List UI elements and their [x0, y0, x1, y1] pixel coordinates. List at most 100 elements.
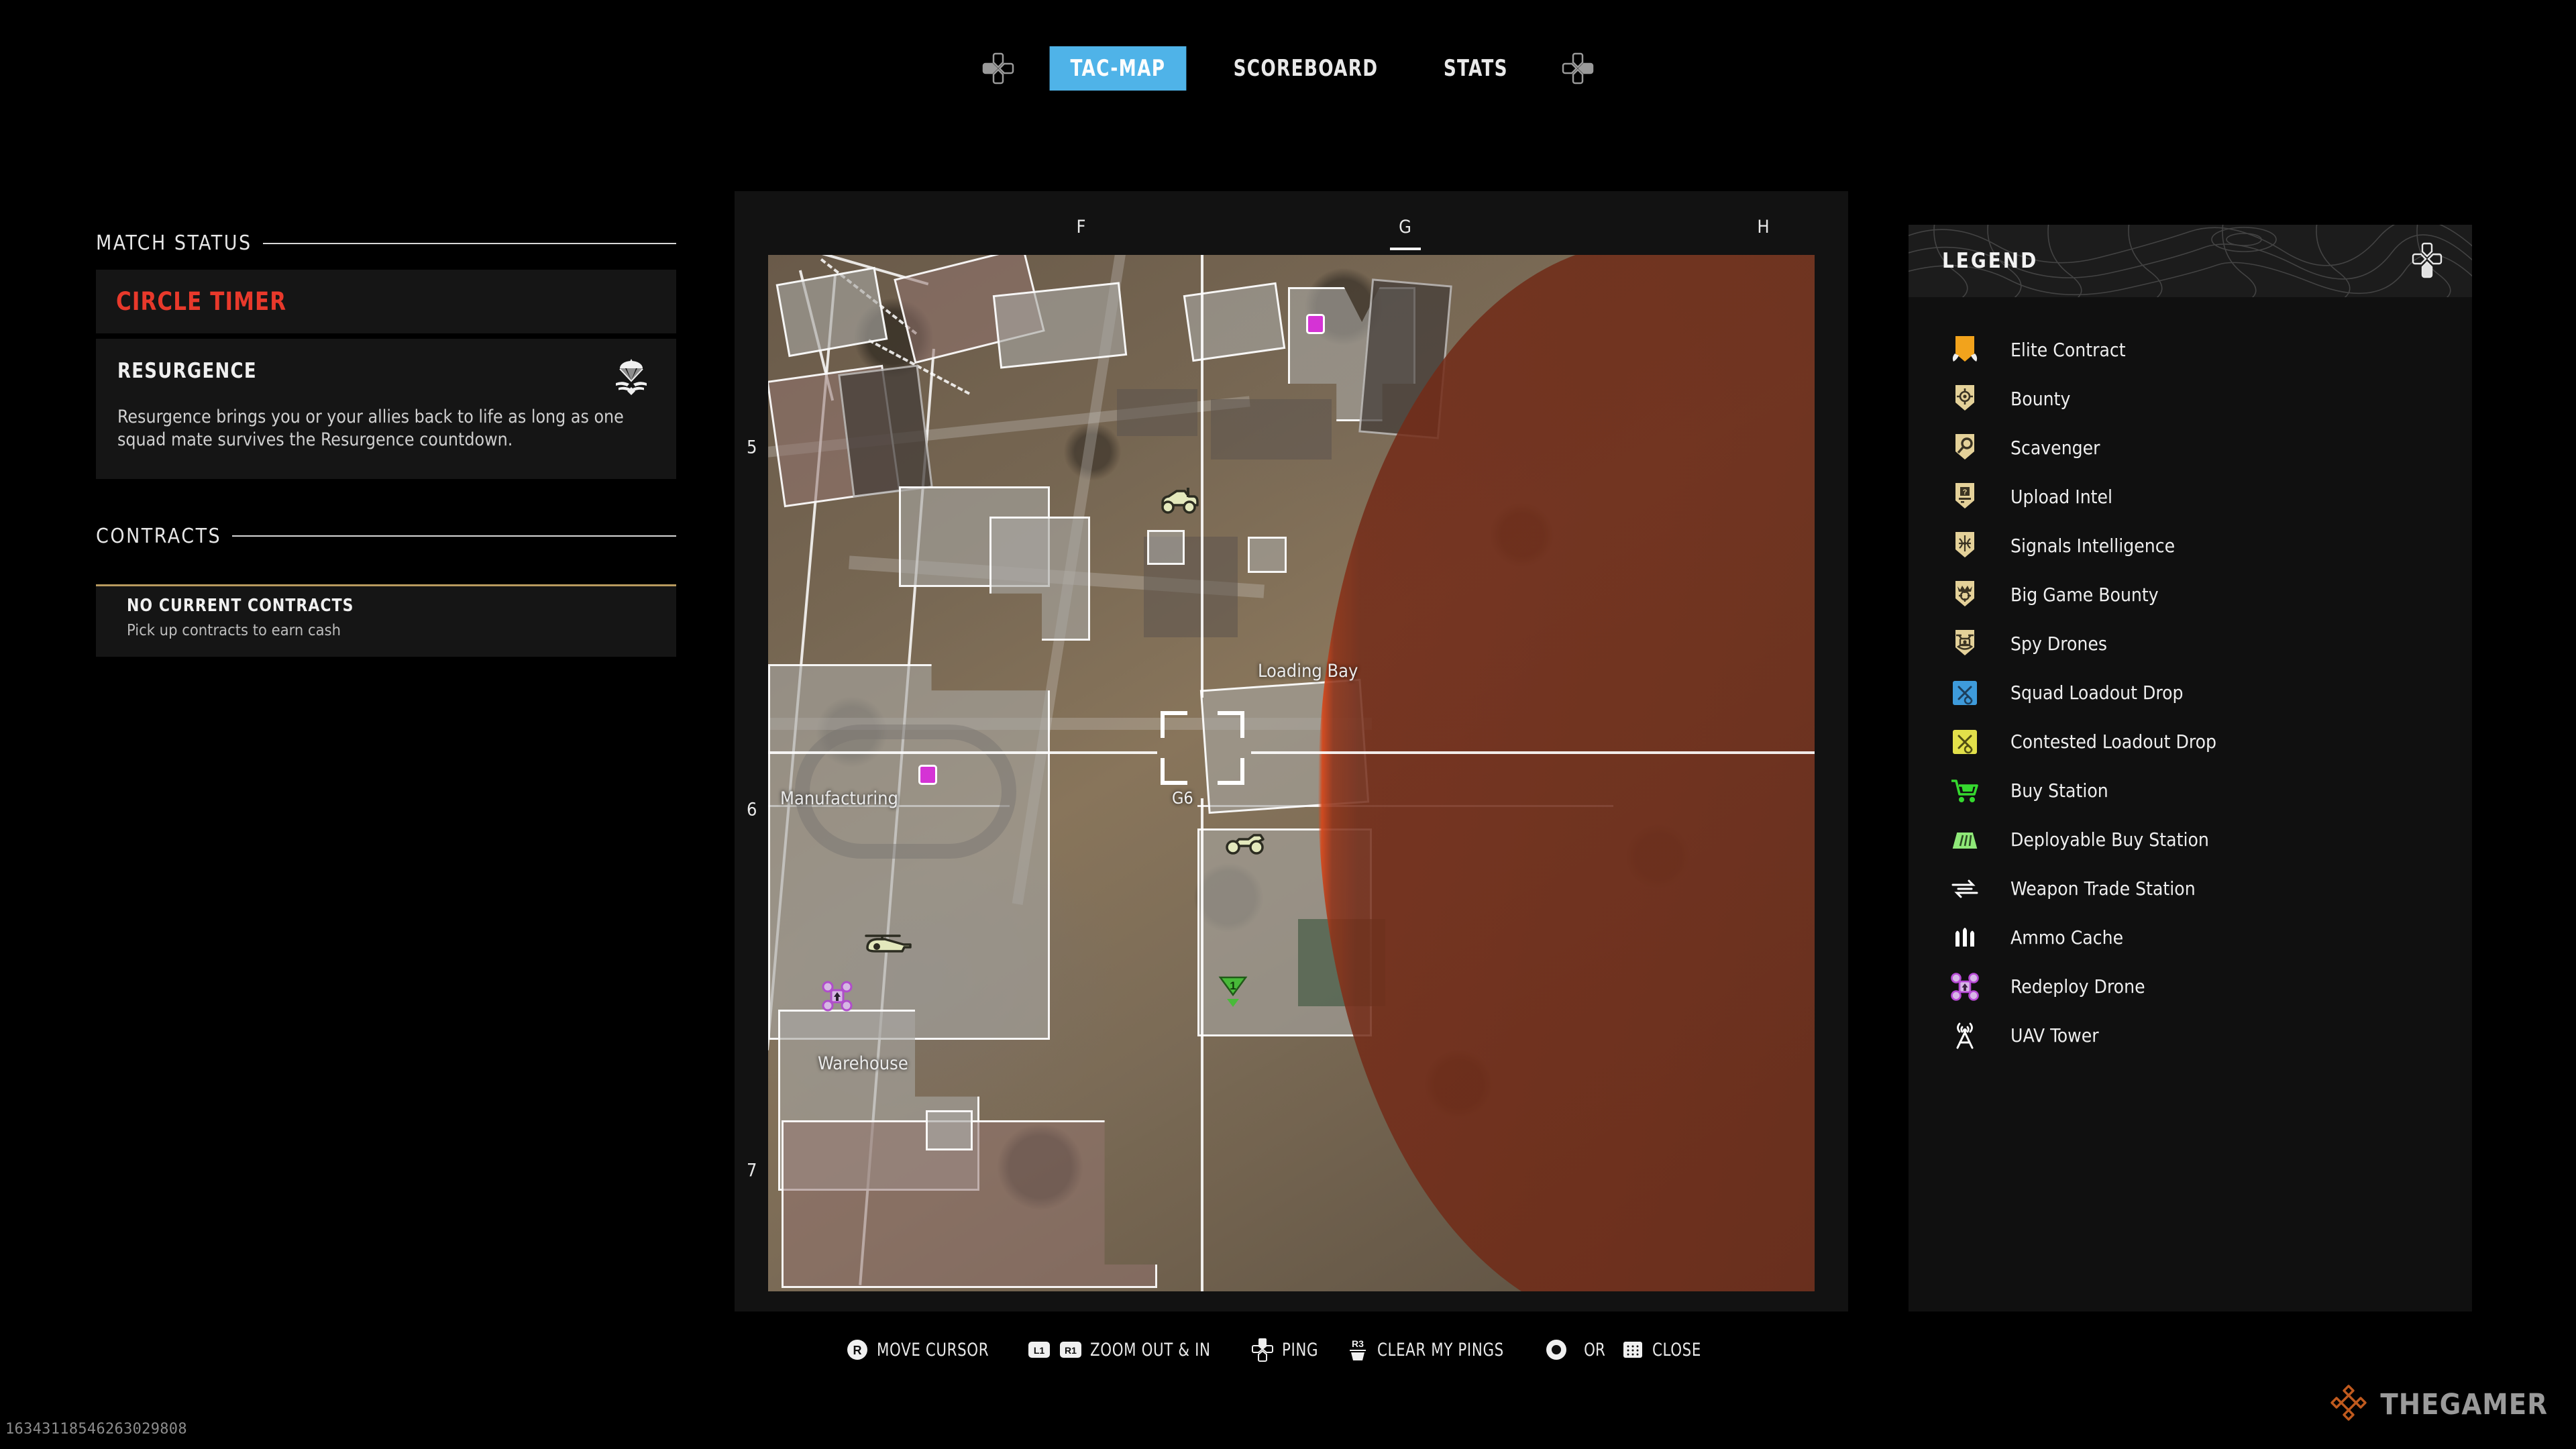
touchpad-button-icon — [1621, 1338, 1645, 1362]
buy-station-icon — [1947, 773, 1982, 808]
r3-stick-press-icon: R3 — [1346, 1338, 1370, 1362]
tab-scoreboard[interactable]: SCOREBOARD — [1213, 46, 1399, 91]
ammo-cache-icon — [1947, 920, 1982, 955]
legend-item-spy-drones[interactable]: Spy Drones — [1909, 619, 2472, 668]
legend-item-redeploy-drone[interactable]: Redeploy Drone — [1909, 962, 2472, 1011]
legend-item-bounty[interactable]: Bounty — [1909, 374, 2472, 423]
tab-stats[interactable]: STATS — [1423, 46, 1529, 91]
legend-label: Upload Intel — [2010, 486, 2113, 508]
weapon-trade-station-icon — [1947, 871, 1982, 906]
column-label-g: G — [1399, 217, 1412, 237]
cursor-bracket — [1218, 758, 1244, 785]
left-panel: MATCH STATUS CIRCLE TIMER RESURGENCE Res… — [96, 231, 676, 657]
heading-rule — [232, 535, 676, 537]
hint-label: ZOOM OUT & IN — [1090, 1339, 1212, 1360]
hint-clear-pings: R3 CLEAR MY PINGS — [1346, 1338, 1521, 1362]
circle-timer-card: CIRCLE TIMER — [96, 270, 676, 333]
mode-description: Resurgence brings you or your allies bac… — [117, 407, 624, 451]
circle-button-icon — [1544, 1338, 1568, 1362]
svg-text:R: R — [853, 1344, 862, 1357]
hint-label: MOVE CURSOR — [877, 1339, 989, 1360]
legend-label: Squad Loadout Drop — [2010, 682, 2184, 704]
hint-ping: PING — [1250, 1338, 1324, 1362]
cursor-line-h — [1251, 751, 1815, 754]
big-game-bounty-icon — [1947, 578, 1982, 612]
r1-button-icon: R1 — [1059, 1338, 1083, 1362]
top-navigation: TAC-MAP SCOREBOARD STATS — [0, 42, 2576, 95]
contracts-heading: CONTRACTS — [96, 525, 676, 548]
right-stick-icon: R — [845, 1338, 869, 1362]
legend-item-signals-intelligence[interactable]: Signals Intelligence — [1909, 521, 2472, 570]
hint-move-cursor: R MOVE CURSOR — [845, 1338, 1004, 1362]
contract-empty-card: NO CURRENT CONTRACTS Pick up contracts t… — [96, 584, 676, 657]
legend-label: Redeploy Drone — [2010, 975, 2145, 998]
legend-label: Deployable Buy Station — [2010, 828, 2209, 851]
dpad-right-icon[interactable] — [1560, 51, 1595, 86]
thegamer-diamond-icon — [2329, 1383, 2368, 1426]
legend-label: Ammo Cache — [2010, 926, 2124, 949]
circle-timer-label: CIRCLE TIMER — [116, 287, 287, 316]
match-status-label: MATCH STATUS — [96, 231, 252, 255]
hint-label: PING — [1281, 1339, 1318, 1360]
upload-intel-icon: ? — [1947, 480, 1982, 515]
legend-label: Weapon Trade Station — [2010, 877, 2196, 900]
legend-item-elite-contract[interactable]: Elite Contract — [1909, 325, 2472, 374]
cursor-line-h — [768, 751, 1157, 754]
match-status-heading: MATCH STATUS — [96, 231, 676, 255]
tac-map-frame[interactable]: F G H 5 6 7 Manufacturing Warehouse Load… — [735, 191, 1848, 1311]
legend-label: Bounty — [2010, 388, 2071, 410]
legend-item-upload-intel[interactable]: ? Upload Intel — [1909, 472, 2472, 521]
legend-item-big-game-bounty[interactable]: Big Game Bounty — [1909, 570, 2472, 619]
heading-rule — [262, 242, 676, 244]
legend-item-uav-tower[interactable]: UAV Tower — [1909, 1011, 2472, 1060]
legend-label: Buy Station — [2010, 780, 2108, 802]
redeploy-drone-icon — [1947, 969, 1982, 1004]
contract-subtitle: Pick up contracts to earn cash — [127, 620, 341, 639]
legend-item-squad-loadout-drop[interactable]: Squad Loadout Drop — [1909, 668, 2472, 717]
controls-hint-bar: R MOVE CURSOR L1 R1 ZOOM OUT & IN PING R… — [0, 1332, 2576, 1368]
hint-label: CLOSE — [1652, 1339, 1701, 1360]
dpad-up-icon — [1250, 1338, 1275, 1362]
svg-text:R1: R1 — [1065, 1345, 1077, 1356]
legend-item-ammo-cache[interactable]: Ammo Cache — [1909, 913, 2472, 962]
legend-item-buy-station[interactable]: Buy Station — [1909, 766, 2472, 815]
legend-item-contested-loadout-drop[interactable]: Contested Loadout Drop — [1909, 717, 2472, 766]
legend-items-list: Elite Contract Bounty Scavenger ? Upload… — [1909, 297, 2472, 1060]
tab-tac-map[interactable]: TAC-MAP — [1049, 46, 1187, 91]
deployable-buy-station-icon — [1947, 822, 1982, 857]
svg-text:?: ? — [1963, 488, 1968, 496]
legend-label: UAV Tower — [2010, 1024, 2099, 1046]
legend-title: LEGEND — [1942, 249, 2039, 273]
l1-button-icon: L1 — [1027, 1338, 1051, 1362]
cursor-bracket — [1218, 711, 1244, 738]
svg-text:R3: R3 — [1352, 1338, 1364, 1349]
hint-label: CLEAR MY PINGS — [1377, 1339, 1504, 1360]
map-viewport[interactable]: Manufacturing Warehouse Loading Bay 1 G6 — [768, 255, 1815, 1291]
legend-label: Spy Drones — [2010, 633, 2108, 655]
cursor-bracket — [1161, 758, 1187, 785]
map-column-labels: F G H — [735, 191, 1848, 250]
dpad-down-icon[interactable] — [2410, 242, 2444, 278]
legend-header: LEGEND — [1909, 225, 2472, 297]
screenshot-id-code: 16343118546263029808 — [5, 1421, 187, 1438]
dpad-left-icon[interactable] — [981, 51, 1016, 86]
contested-loadout-drop-icon — [1947, 724, 1982, 759]
column-label-f: F — [1076, 217, 1087, 237]
cursor-line-v — [1201, 255, 1203, 698]
hint-zoom: L1 R1 ZOOM OUT & IN — [1027, 1338, 1227, 1362]
legend-item-scavenger[interactable]: Scavenger — [1909, 423, 2472, 472]
spy-drones-icon — [1947, 627, 1982, 661]
svg-text:L1: L1 — [1034, 1345, 1045, 1356]
column-label-h: H — [1757, 217, 1770, 237]
contracts-label: CONTRACTS — [96, 524, 222, 548]
signals-intelligence-icon — [1947, 529, 1982, 564]
map-cursor[interactable]: G6 — [768, 255, 1815, 1291]
legend-item-deployable-buy-station[interactable]: Deployable Buy Station — [1909, 815, 2472, 864]
legend-label: Scavenger — [2010, 437, 2100, 459]
elite-contract-icon — [1947, 333, 1982, 368]
or-word: OR — [1583, 1339, 1605, 1360]
hint-close: OR CLOSE — [1544, 1338, 1708, 1362]
legend-label: Contested Loadout Drop — [2010, 731, 2217, 753]
legend-label: Signals Intelligence — [2010, 535, 2176, 557]
legend-item-weapon-trade-station[interactable]: Weapon Trade Station — [1909, 864, 2472, 913]
